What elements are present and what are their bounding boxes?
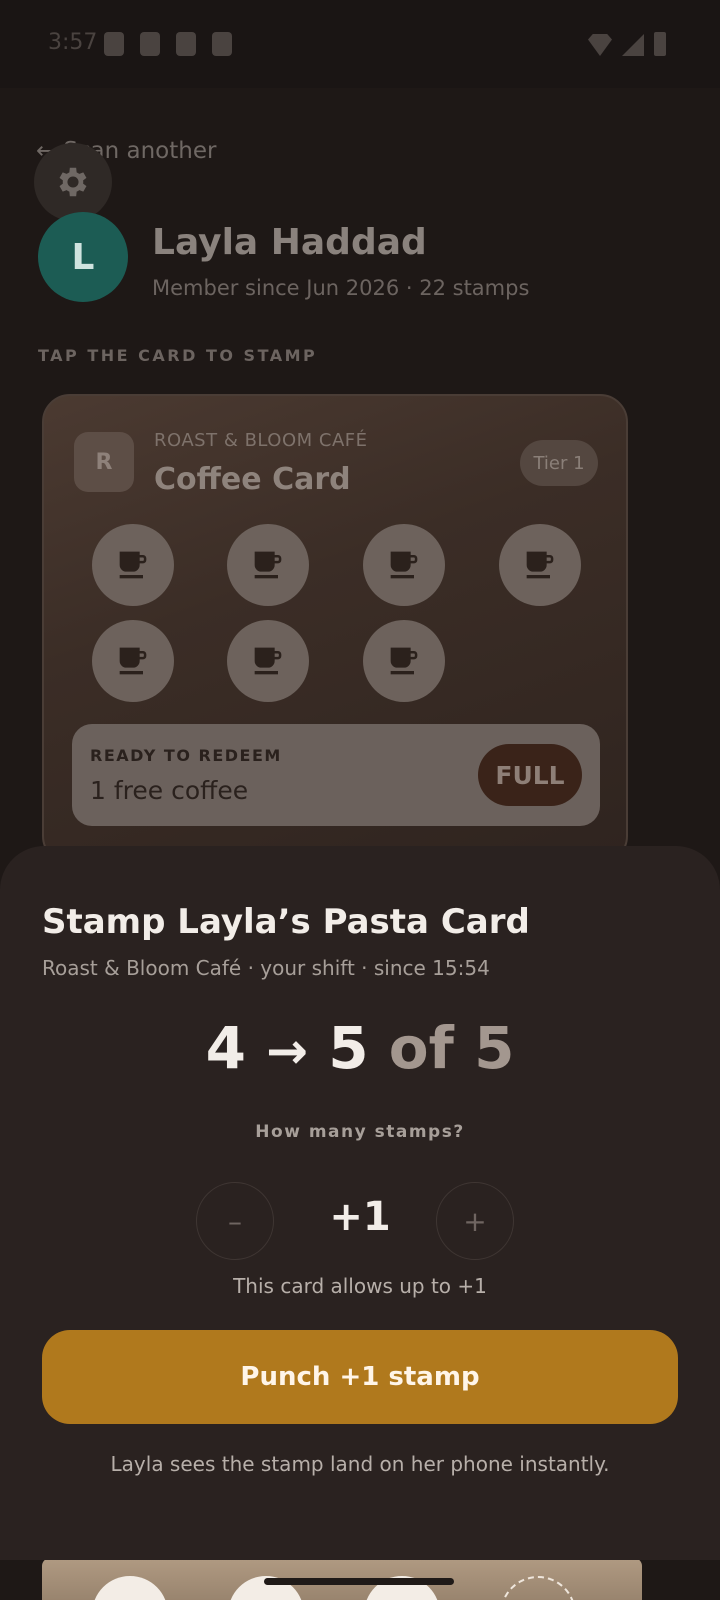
- peek-stamp: [92, 1576, 168, 1600]
- status-pill: FULL: [478, 744, 582, 806]
- sheet-title: Stamp Layla’s Pasta Card: [42, 902, 530, 942]
- stamp-count-value: +1: [329, 1194, 391, 1240]
- increment-button[interactable]: +: [436, 1182, 514, 1260]
- progress-arrow-icon: →: [266, 1022, 309, 1080]
- sheet-subtitle: Roast & Bloom Café · your shift · since …: [42, 956, 490, 980]
- card-title: Coffee Card: [154, 462, 351, 497]
- stamp-filled: [499, 524, 581, 606]
- avatar: L: [38, 212, 128, 302]
- stamp-progress: 4 → 5 of 5: [0, 1014, 720, 1082]
- limit-note: This card allows up to +1: [233, 1274, 487, 1298]
- stamp-filled: [227, 524, 309, 606]
- punch-stamp-button[interactable]: Punch +1 stamp: [42, 1330, 678, 1424]
- cafe-logo: R: [74, 432, 134, 492]
- vpn-icon: [176, 32, 196, 56]
- tier-badge: Tier 1: [520, 440, 598, 486]
- redeem-banner: READY TO REDEEM 1 free coffee FULL: [72, 724, 600, 826]
- redeem-text: 1 free coffee: [90, 776, 249, 805]
- app-icon: [140, 32, 160, 56]
- sd-card-icon: [212, 32, 232, 56]
- coffee-card[interactable]: R ROAST & BLOOM CAFÉ Coffee Card Tier 1 …: [42, 394, 628, 864]
- stamp-filled: [227, 620, 309, 702]
- stamp-filled: [363, 620, 445, 702]
- stamp-filled: [363, 524, 445, 606]
- signal-icon: [622, 34, 644, 56]
- wifi-icon: [588, 34, 612, 56]
- coffee-cup-icon: [254, 551, 282, 579]
- progress-from: 4: [205, 1014, 246, 1082]
- progress-to: 5: [328, 1014, 369, 1082]
- coffee-cup-icon: [390, 551, 418, 579]
- coffee-cup-icon: [119, 647, 147, 675]
- section-label: TAP THE CARD TO STAMP: [38, 346, 318, 365]
- member-name: Layla Haddad: [152, 222, 427, 263]
- coffee-cup-icon: [526, 551, 554, 579]
- gear-icon: [59, 167, 87, 197]
- coffee-cup-icon: [390, 647, 418, 675]
- settings-button[interactable]: [34, 143, 112, 221]
- stamp-bottom-sheet: Stamp Layla’s Pasta Card Roast & Bloom C…: [0, 846, 720, 1560]
- stamp-filled: [92, 524, 174, 606]
- battery-icon: [654, 32, 666, 56]
- home-indicator[interactable]: [264, 1578, 454, 1585]
- coffee-cup-icon: [119, 551, 147, 579]
- how-many-label: How many stamps?: [255, 1122, 465, 1142]
- stamp-filled: [92, 620, 174, 702]
- system-icons: [588, 32, 666, 56]
- shield-icon: [104, 32, 124, 56]
- progress-total: of 5: [388, 1014, 515, 1082]
- status-bar: 3:57: [0, 0, 720, 88]
- card-brand: ROAST & BLOOM CAFÉ: [154, 430, 368, 451]
- status-time: 3:57: [48, 30, 98, 55]
- notification-icons: [104, 32, 232, 56]
- coffee-cup-icon: [254, 647, 282, 675]
- redeem-kicker: READY TO REDEEM: [90, 746, 282, 765]
- member-meta: Member since Jun 2026 · 22 stamps: [152, 276, 530, 300]
- peek-stamp-empty: [500, 1576, 576, 1600]
- sheet-footnote: Layla sees the stamp land on her phone i…: [110, 1452, 610, 1476]
